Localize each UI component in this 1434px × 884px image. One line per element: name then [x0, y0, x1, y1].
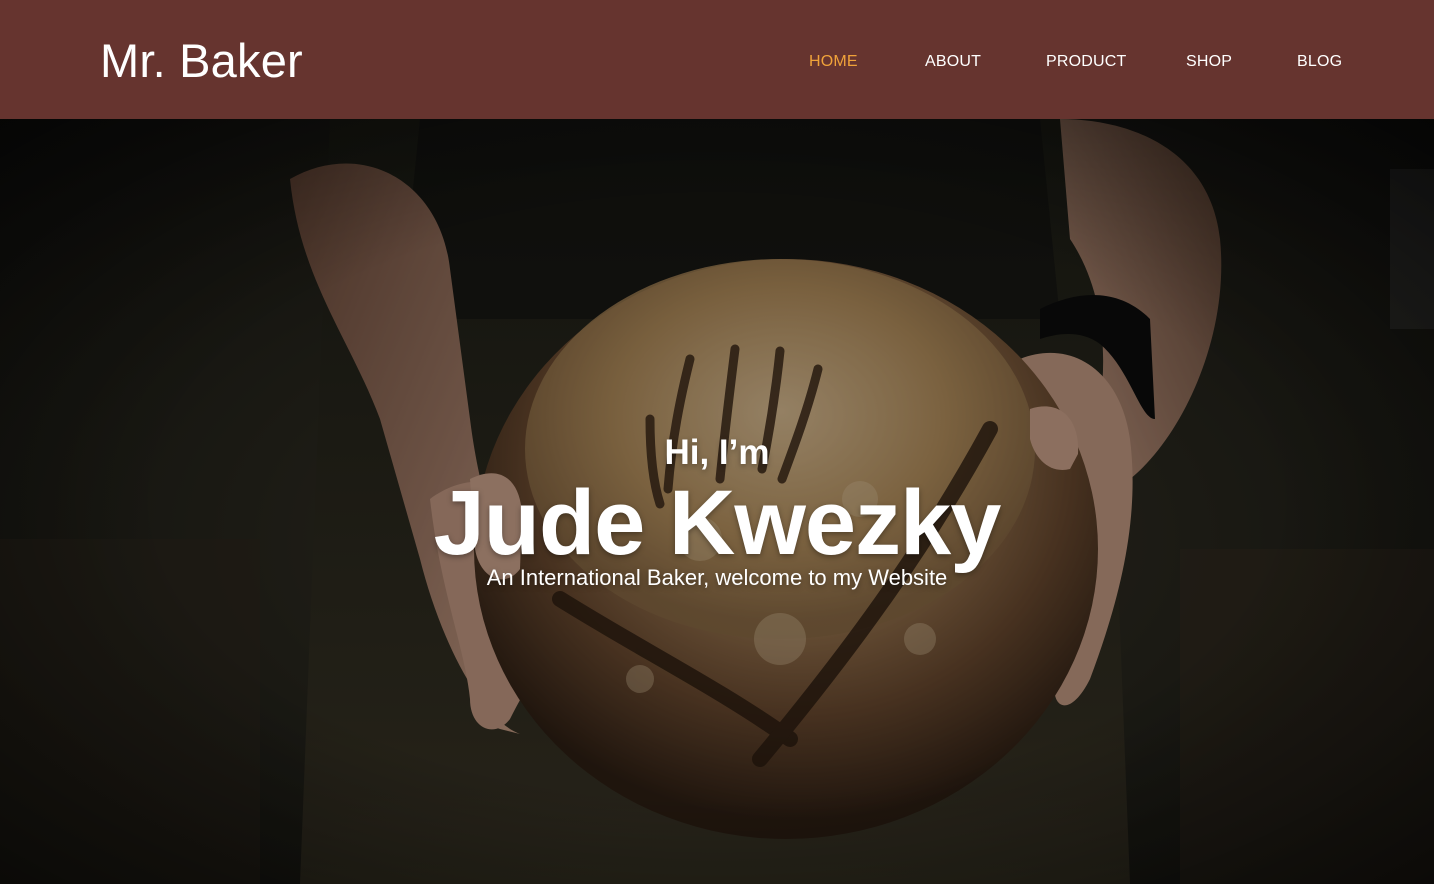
nav-link-about[interactable]: ABOUT: [925, 51, 981, 73]
hero-greeting: Hi, I’m: [664, 433, 770, 472]
nav-link-shop[interactable]: SHOP: [1186, 51, 1232, 73]
nav-link-product[interactable]: PRODUCT: [1046, 51, 1127, 73]
nav-link-home[interactable]: HOME: [809, 51, 858, 73]
landing-page: Mr. Baker HOME ABOUT PRODUCT SHOP BLOG H…: [0, 0, 1434, 884]
main-nav: HOME ABOUT PRODUCT SHOP BLOG: [0, 0, 1434, 119]
hero-tagline: An International Baker, welcome to my We…: [486, 565, 948, 590]
nav-link-blog[interactable]: BLOG: [1297, 51, 1342, 73]
hero-content: Hi, I’m Jude Kwezky An International Bak…: [0, 119, 1434, 884]
hero-name: Jude Kwezky: [433, 472, 1002, 574]
site-header: Mr. Baker HOME ABOUT PRODUCT SHOP BLOG: [0, 0, 1434, 119]
